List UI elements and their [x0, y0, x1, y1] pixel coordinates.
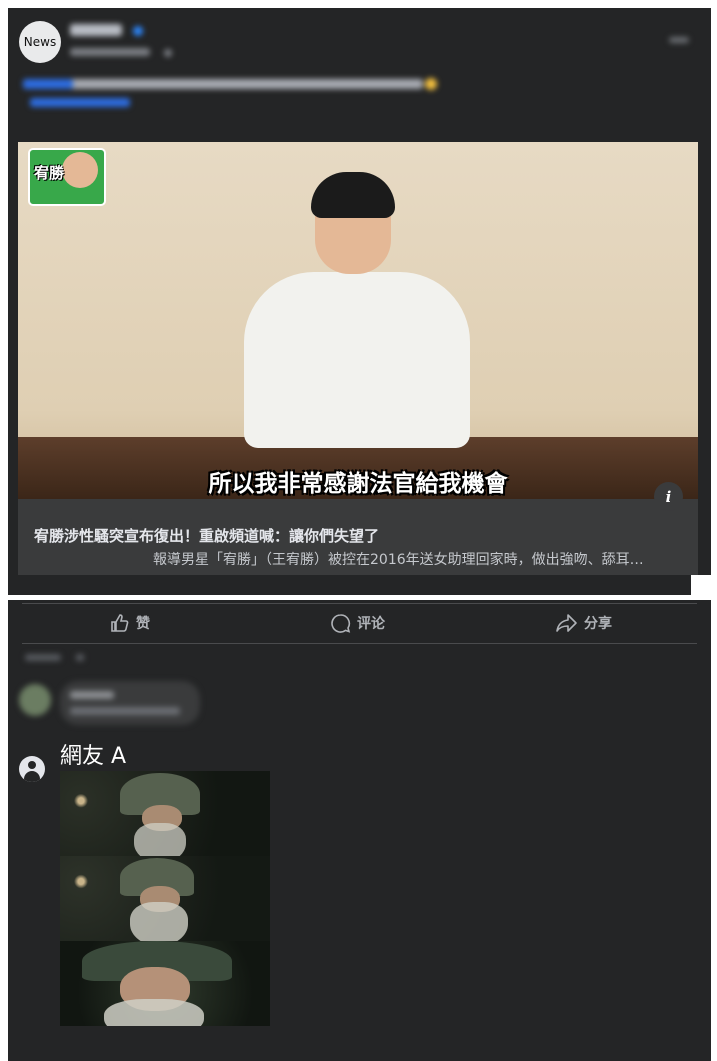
beard-graphic	[130, 902, 188, 941]
hashtag-link[interactable]	[23, 79, 73, 89]
chevron-down-icon[interactable]	[76, 654, 84, 661]
more-options-icon[interactable]	[669, 37, 689, 43]
gandalf-meme-image[interactable]	[60, 771, 270, 1026]
video-thumbnail[interactable]: 宥勝 所以我非常感謝法官給我機會	[18, 142, 698, 499]
like-button[interactable]: 赞	[110, 612, 150, 634]
link-title[interactable]: 宥勝涉性騷突宣布復出！重啟頻道喊：讓你們失望了	[34, 525, 379, 546]
beard-graphic	[134, 823, 186, 856]
speech-bubble-icon	[331, 613, 351, 633]
meme-panel-3	[60, 941, 270, 1026]
beard-graphic	[104, 999, 204, 1026]
globe-icon	[164, 49, 172, 57]
page-avatar[interactable]: News	[19, 21, 61, 63]
meme-panel-2	[60, 856, 270, 941]
thumbs-up-icon	[111, 614, 129, 632]
video-subtitle: 所以我非常感謝法官給我機會	[208, 470, 508, 497]
commenter-avatar-redacted[interactable]	[19, 684, 51, 716]
person-body-graphic	[244, 272, 470, 448]
divider-top	[22, 603, 697, 604]
comment-label: 评论	[357, 616, 385, 632]
user-circle-icon[interactable]	[19, 756, 45, 782]
page-name-redacted[interactable]	[70, 24, 122, 36]
channel-sticker-logo: 宥勝	[28, 148, 106, 206]
post-text-redacted	[23, 78, 437, 90]
comment-bubble-redacted	[60, 681, 200, 725]
person-hair-graphic	[311, 172, 395, 218]
commenter-name[interactable]: 網友 A	[60, 738, 126, 770]
comment-button[interactable]: 评论	[330, 612, 385, 634]
verified-badge-icon	[133, 26, 143, 36]
post-timestamp-redacted[interactable]	[70, 48, 150, 56]
info-icon[interactable]: i	[654, 482, 683, 511]
like-label: 赞	[136, 616, 150, 632]
sticker-text: 宥勝	[34, 164, 65, 182]
comment-sort-redacted[interactable]	[25, 654, 61, 661]
share-button[interactable]: 分享	[556, 612, 612, 634]
meme-panel-1	[60, 771, 270, 856]
splice-pad	[8, 575, 691, 595]
link-description: 報導男星「宥勝」（王宥勝）被控在2016年送女助理回家時，做出強吻、舔耳…	[153, 552, 644, 568]
share-label: 分享	[584, 616, 612, 632]
avatar-label: News	[23, 35, 57, 49]
emoji-icon	[425, 78, 437, 90]
share-arrow-icon	[556, 614, 577, 632]
divider-bottom	[22, 643, 697, 644]
sticker-face-graphic	[62, 152, 98, 188]
post-link-redacted[interactable]	[30, 98, 130, 107]
link-preview[interactable]: 宥勝涉性騷突宣布復出！重啟頻道喊：讓你們失望了 報導男星「宥勝」（王宥勝）被控在…	[18, 499, 698, 575]
